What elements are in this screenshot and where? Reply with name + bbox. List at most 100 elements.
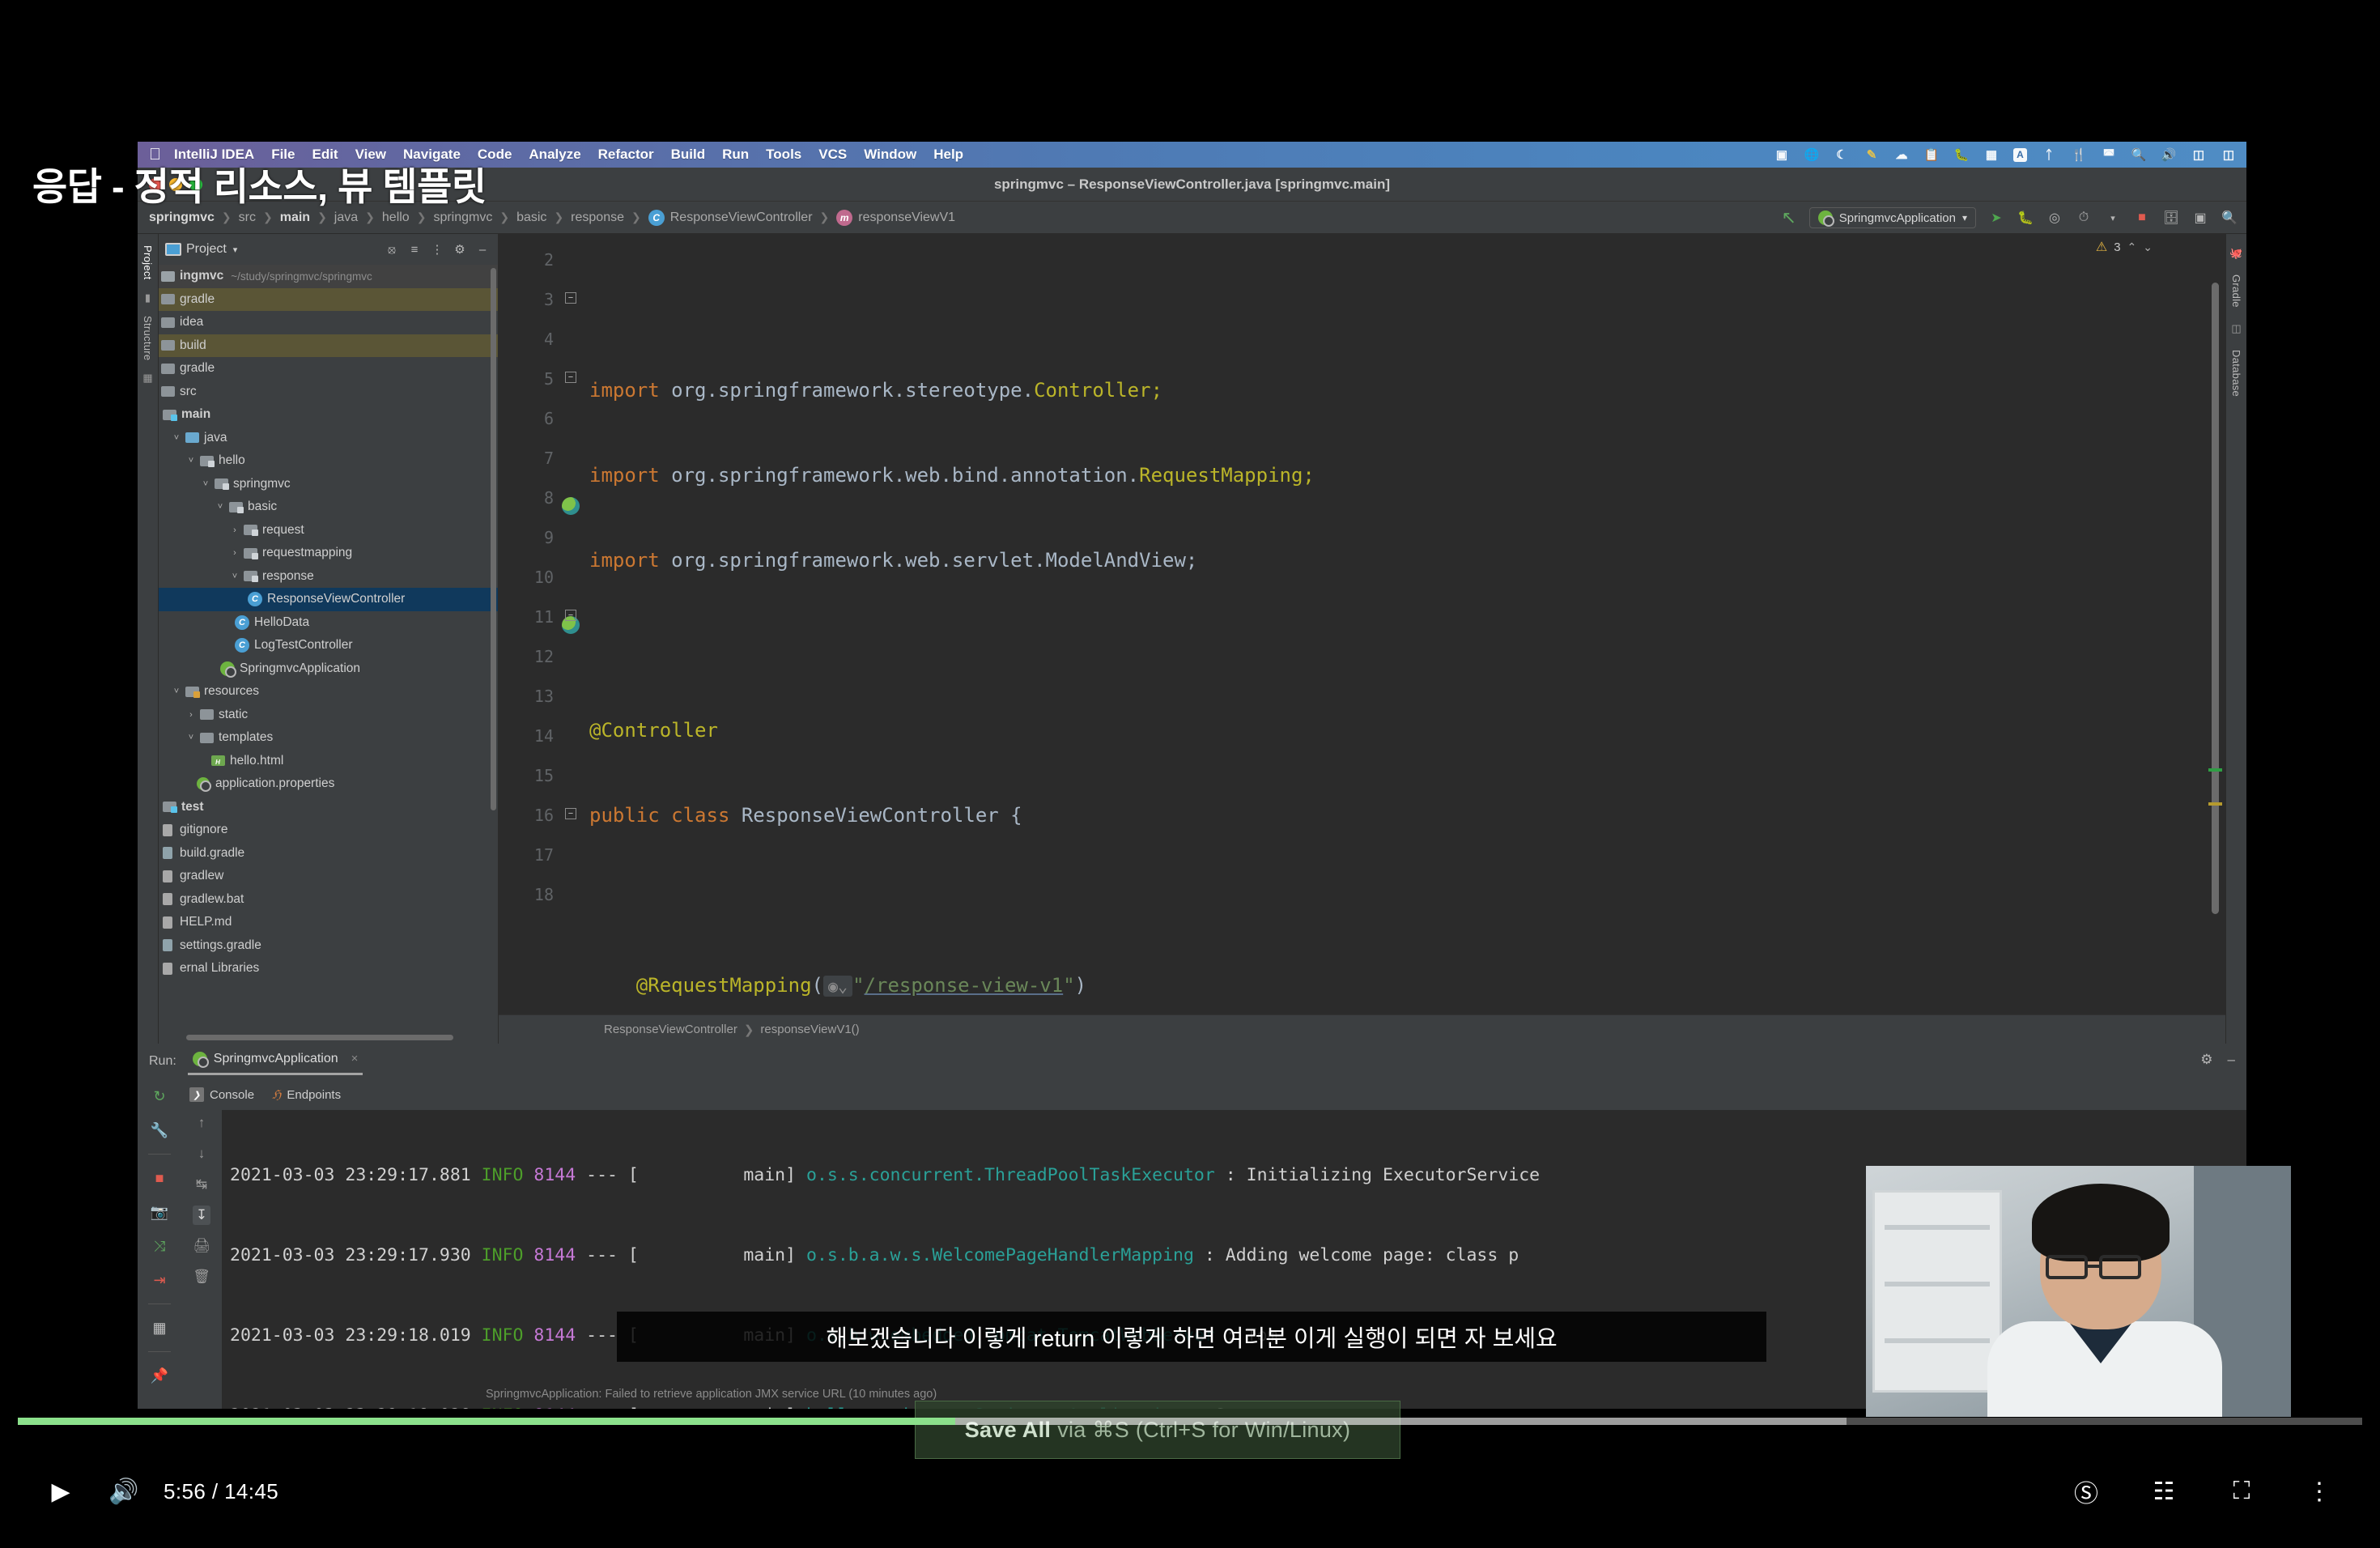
- layout-icon[interactable]: ▦: [152, 1317, 166, 1338]
- wifi-icon[interactable]: ◚: [2101, 147, 2117, 163]
- scroll-up-icon[interactable]: ↑: [198, 1113, 206, 1133]
- subtitles-icon[interactable]: ☷: [2132, 1460, 2195, 1523]
- pin-icon[interactable]: 📌: [151, 1365, 168, 1386]
- tree-item-response-package[interactable]: ˅ response: [159, 565, 498, 589]
- volume-icon[interactable]: 🔊: [2161, 147, 2177, 163]
- profile-button[interactable]: ⏱: [2075, 209, 2093, 227]
- editor-marker-green[interactable]: [2208, 768, 2222, 772]
- tree-item-main[interactable]: main: [159, 403, 498, 427]
- inspection-widget[interactable]: ⚠ 3 ⌃ ⌄: [2096, 239, 2153, 255]
- bluetooth-icon[interactable]: ᛏ: [2041, 147, 2057, 163]
- chevron-down-icon[interactable]: ˅: [170, 687, 183, 696]
- project-structure-button[interactable]: 🗄: [2162, 209, 2180, 227]
- tree-item-templates[interactable]: ˅ templates: [159, 726, 498, 750]
- breadcrumb-response[interactable]: response: [571, 211, 624, 225]
- run-button[interactable]: ➤: [1987, 209, 2005, 227]
- chevron-down-icon[interactable]: ˅: [214, 502, 227, 512]
- chevron-right-icon[interactable]: ›: [228, 548, 241, 558]
- grid-icon[interactable]: ▦: [1983, 147, 2000, 163]
- bug-icon[interactable]: 🐛: [1953, 147, 1970, 163]
- more-options-icon[interactable]: ⋮: [2288, 1460, 2351, 1523]
- editor-breadcrumb-method[interactable]: responseViewV1(): [760, 1023, 859, 1036]
- breadcrumb-method[interactable]: m responseViewV1: [836, 209, 955, 226]
- project-tree[interactable]: ingmvc ~/study/springmvc/springmvc gradl…: [159, 265, 498, 1044]
- tree-item-test[interactable]: test: [159, 796, 498, 819]
- source-code[interactable]: import org.springframework.stereotype.Co…: [583, 234, 2225, 1014]
- screenshot-icon[interactable]: 📷: [151, 1201, 168, 1223]
- clipboard-icon[interactable]: 📋: [1923, 147, 1940, 163]
- video-progress-bar[interactable]: [18, 1418, 2362, 1425]
- project-horizontal-scrollbar[interactable]: [186, 1035, 453, 1040]
- autoplay-icon[interactable]: Ⓢ: [2055, 1460, 2118, 1523]
- tree-item-gradlew[interactable]: gradlew: [159, 865, 498, 888]
- chevron-down-icon[interactable]: ˅: [170, 433, 183, 443]
- scroll-to-end-icon[interactable]: ↧: [192, 1206, 211, 1225]
- scroll-down-icon[interactable]: ↓: [198, 1144, 206, 1163]
- chevron-down-icon[interactable]: ˅: [228, 572, 241, 581]
- editor-vertical-scrollbar[interactable]: [2212, 283, 2219, 914]
- tab-console[interactable]: ❯ Console: [189, 1087, 254, 1102]
- expand-all-icon[interactable]: ≡: [406, 243, 423, 257]
- previous-problem-icon[interactable]: ⌃: [2127, 240, 2137, 254]
- print-icon[interactable]: 🖨: [193, 1236, 210, 1256]
- tab-endpoints[interactable]: ℌ Endpoints: [272, 1087, 341, 1103]
- search-icon[interactable]: 🔍: [2131, 147, 2147, 163]
- search-everywhere-button[interactable]: 🔍: [2221, 209, 2238, 227]
- run-tab-springmvcapplication[interactable]: SpringmvcApplication ×: [187, 1048, 363, 1075]
- web-mapping-gutter-badge[interactable]: ◉⌄: [823, 976, 853, 997]
- tree-item-settings-gradle[interactable]: settings.gradle: [159, 934, 498, 958]
- stop-icon[interactable]: ■: [155, 1167, 164, 1189]
- hide-icon[interactable]: ‒: [2228, 1052, 2235, 1068]
- rerun-icon[interactable]: ↻: [153, 1086, 165, 1107]
- editor-marker-gold[interactable]: [2208, 802, 2222, 806]
- chevron-down-icon[interactable]: ▾: [233, 245, 238, 255]
- close-icon[interactable]: ×: [351, 1052, 359, 1065]
- tree-item-help-md[interactable]: HELP.md: [159, 911, 498, 934]
- fold-imports-icon[interactable]: −: [565, 292, 576, 304]
- breadcrumb-basic[interactable]: basic: [516, 211, 546, 225]
- fold-imports-end-icon[interactable]: −: [565, 372, 576, 383]
- tree-item-request-package[interactable]: › request: [159, 519, 498, 542]
- breadcrumb-main[interactable]: main: [280, 211, 310, 225]
- fullscreen-icon[interactable]: ⛶: [2210, 1460, 2273, 1523]
- menu-item-tools[interactable]: Tools: [766, 147, 801, 163]
- chevron-down-icon[interactable]: ˅: [185, 733, 198, 742]
- tree-item-hello-package[interactable]: ˅ hello: [159, 449, 498, 473]
- project-panel-title[interactable]: Project: [186, 242, 227, 257]
- tree-item-idea-dir[interactable]: idea: [159, 311, 498, 334]
- tree-item-springmvcapplication[interactable]: SpringmvcApplication: [159, 657, 498, 681]
- sidebar-item-gradle[interactable]: Gradle: [2230, 271, 2242, 311]
- stop-button[interactable]: ■: [2133, 209, 2151, 227]
- chevron-right-icon[interactable]: ›: [228, 525, 241, 535]
- sidebar-item-database[interactable]: Database: [2230, 347, 2242, 400]
- menu-item-build[interactable]: Build: [671, 147, 706, 163]
- fold-method-icon[interactable]: −: [565, 610, 576, 621]
- menu-item-analyze[interactable]: Analyze: [529, 147, 580, 163]
- breadcrumb-springmvc[interactable]: springmvc: [149, 211, 215, 225]
- volume-icon[interactable]: 🔊: [92, 1460, 155, 1523]
- code-area[interactable]: 2 3 4 5 6 7 8 9 10 11 12 13 14 15 16 17 …: [499, 234, 2225, 1014]
- hide-icon[interactable]: ‒: [474, 243, 491, 257]
- exit-icon[interactable]: ⇥: [153, 1269, 165, 1291]
- tree-item-hellodata[interactable]: C HelloData: [159, 611, 498, 635]
- run-configuration-selector[interactable]: SpringmvcApplication ▾: [1808, 207, 1976, 228]
- tree-item-gradlew-bat[interactable]: gradlew.bat: [159, 888, 498, 912]
- next-problem-icon[interactable]: ⌄: [2143, 240, 2153, 254]
- tree-item-resources[interactable]: ˅ resources: [159, 680, 498, 704]
- chevron-down-icon[interactable]: ˅: [185, 456, 198, 466]
- control-center-icon[interactable]: ◫: [2221, 147, 2237, 163]
- breadcrumb-src[interactable]: src: [239, 211, 256, 225]
- tree-item-build-gradle[interactable]: build.gradle: [159, 842, 498, 865]
- tree-item-logtestcontroller[interactable]: C LogTestController: [159, 634, 498, 657]
- breadcrumb-springmvc-pkg[interactable]: springmvc: [433, 211, 492, 225]
- breadcrumb-hello[interactable]: hello: [382, 211, 410, 225]
- sidebar-item-structure[interactable]: Structure: [142, 313, 154, 364]
- menu-item-run[interactable]: Run: [722, 147, 749, 163]
- code-folding-gutter[interactable]: − − − −: [562, 234, 583, 1014]
- menu-item-help[interactable]: Help: [933, 147, 963, 163]
- device-manager-button[interactable]: ▣: [2191, 209, 2209, 227]
- tree-item-hello-html[interactable]: H hello.html: [159, 750, 498, 773]
- tree-item-application-properties[interactable]: application.properties: [159, 772, 498, 796]
- editor-breadcrumb-class[interactable]: ResponseViewController: [604, 1023, 737, 1036]
- settings-gear-icon[interactable]: ⚙: [451, 242, 469, 257]
